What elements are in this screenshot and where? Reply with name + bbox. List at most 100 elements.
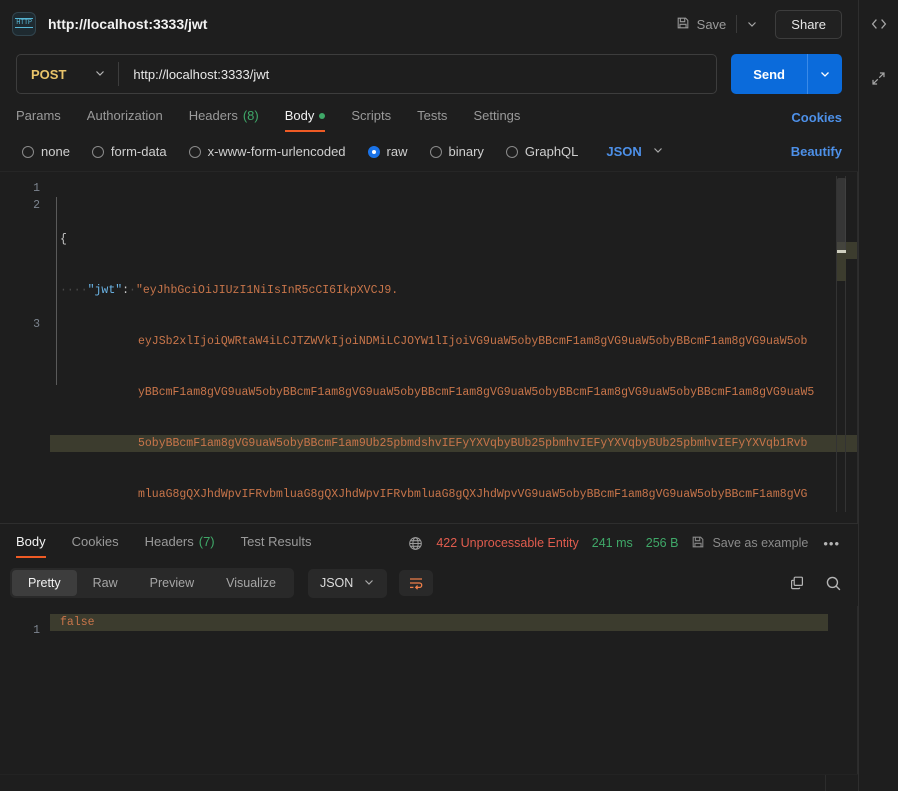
search-icon[interactable] [825,575,842,592]
response-tab-headers[interactable]: Headers (7) [145,528,215,558]
tab-params[interactable]: Params [16,102,61,132]
request-body-editor[interactable]: 1 2 3 { ····"jwt":·"eyJhbGciOiJIUzI1NiIs… [0,171,858,523]
save-label: Save [696,16,727,32]
send-options-caret[interactable] [807,54,842,94]
radio-label: form-data [110,144,167,159]
response-size: 256 B [645,536,679,550]
expand-icon[interactable] [865,64,893,92]
url-input[interactable] [119,66,717,82]
header-divider [736,15,738,33]
line-number: 3 [33,318,40,331]
word-wrap-toggle[interactable] [399,570,434,596]
header-actions: Save Share [668,9,842,39]
headers-count: (8) [242,108,259,123]
radio-icon-selected [367,145,380,158]
response-tab-test-results[interactable]: Test Results [241,528,312,558]
radio-label: GraphQL [524,144,579,159]
editor-content: 1 2 3 { ····"jwt":·"eyJhbGciOiJIUzI1NiIs… [0,172,858,523]
save-icon [676,16,690,33]
tab-scripts[interactable]: Scripts [351,102,391,132]
radio-form-data[interactable]: form-data [91,144,167,159]
chevron-down-icon [94,67,106,82]
radio-icon [429,145,442,158]
request-header: HTTP http://localhost:3333/jwt Save Shar… [0,0,858,48]
body-modified-dot-icon [319,112,326,119]
code-wrap-line-1: eyJSb2xlIjoiQWRtaW4iLCJTZWVkIjoiNDMiLCJO… [138,335,808,348]
chevron-down-icon [652,144,664,159]
view-visualize[interactable]: Visualize [210,570,292,596]
tab-label: Headers [144,534,194,549]
json-key: "jwt" [87,284,123,297]
response-tabs: Body Cookies Headers (7) Test Results 42… [0,524,858,562]
save-options-caret[interactable] [739,13,765,35]
radio-raw[interactable]: raw [367,144,408,159]
radio-graphql[interactable]: GraphQL [505,144,579,159]
tab-body[interactable]: Body [284,102,326,132]
response-empty-inner [0,775,826,791]
tab-authorization[interactable]: Authorization [87,102,163,132]
response-actions [789,575,842,592]
response-body-viewer[interactable]: 1 false [0,606,858,774]
tab-label: Test Results [240,534,312,549]
response-headers-count: (7) [198,534,215,549]
response-format-label: JSON [319,576,354,590]
http-request-icon: HTTP [12,12,36,36]
tab-label: Headers [188,108,238,123]
tab-label: Body [284,108,315,123]
editor-line-numbers: 1 2 3 [0,172,50,523]
send-button[interactable]: Send [731,54,807,94]
view-preview[interactable]: Preview [134,570,210,596]
code-line-1: { [60,233,67,246]
response-time: 241 ms [591,536,633,550]
share-button[interactable]: Share [775,9,842,39]
tab-headers[interactable]: Headers (8) [189,102,259,132]
line-number: 1 [33,624,40,637]
radio-icon [22,145,34,158]
response-view-segments: Pretty Raw Preview Visualize [10,568,294,598]
chevron-down-icon [363,576,375,591]
response-code: 1 false [0,606,858,639]
response-format-selector[interactable]: JSON [307,568,388,598]
request-tabs: Params Authorization Headers (8) Body Sc… [0,100,858,134]
save-as-example-button[interactable]: Save as example [691,535,808,552]
save-button[interactable]: Save [668,11,735,38]
editor-scrollbar-thumb[interactable] [837,178,846,253]
url-bar: POST Send [0,48,858,100]
copy-icon[interactable] [789,575,805,591]
body-format-selector[interactable]: JSON [606,144,663,159]
response-tab-cookies[interactable]: Cookies [72,528,119,558]
radio-none[interactable]: none [22,144,70,159]
indent-dots: ···· [60,284,88,297]
send-group: Send [731,54,842,94]
beautify-button[interactable]: Beautify [791,144,842,159]
code-snippet-icon[interactable] [865,10,893,38]
editor-minimap-highlight [837,253,846,281]
tab-settings[interactable]: Settings [473,102,520,132]
response-meta: 422 Unprocessable Entity 241 ms 256 B Sa… [408,535,842,552]
response-more-options-icon[interactable]: ••• [821,536,842,551]
response-code-lines: false [50,614,858,639]
right-sidebar [858,0,898,791]
code-wrap-line-3-highlighted: 5obyBBcmF1am8gVG9uaW5obyBBcmF1am9Ub25pbm… [50,435,858,452]
radio-label: raw [386,144,408,159]
view-raw[interactable]: Raw [77,570,134,596]
editor-code[interactable]: { ····"jwt":·"eyJhbGciOiJIUzI1NiIsInR5cC… [50,172,858,523]
jwt-value-part: "eyJhbGciOiJIUzI1NiIsInR5cCI6IkpXVCJ9. [135,284,399,297]
radio-label: binary [448,144,484,159]
cookies-link[interactable]: Cookies [791,110,842,125]
radio-x-www-form-urlencoded[interactable]: x-www-form-urlencoded [188,144,346,159]
line-number: 2 [33,199,40,212]
tab-tests[interactable]: Tests [417,102,447,132]
radio-binary[interactable]: binary [429,144,484,159]
postman-window: HTTP http://localhost:3333/jwt Save Shar… [0,0,898,791]
save-as-example-label: Save as example [712,536,809,550]
fold-guide [56,197,57,385]
method-selector[interactable]: POST [17,55,118,93]
response-tab-body[interactable]: Body [16,528,46,558]
radio-icon [188,145,201,158]
tab-label: Settings [473,108,521,123]
view-pretty[interactable]: Pretty [12,570,77,596]
radio-icon [505,145,518,158]
json-colon: : [122,284,130,297]
url-input-group: POST [16,54,718,94]
